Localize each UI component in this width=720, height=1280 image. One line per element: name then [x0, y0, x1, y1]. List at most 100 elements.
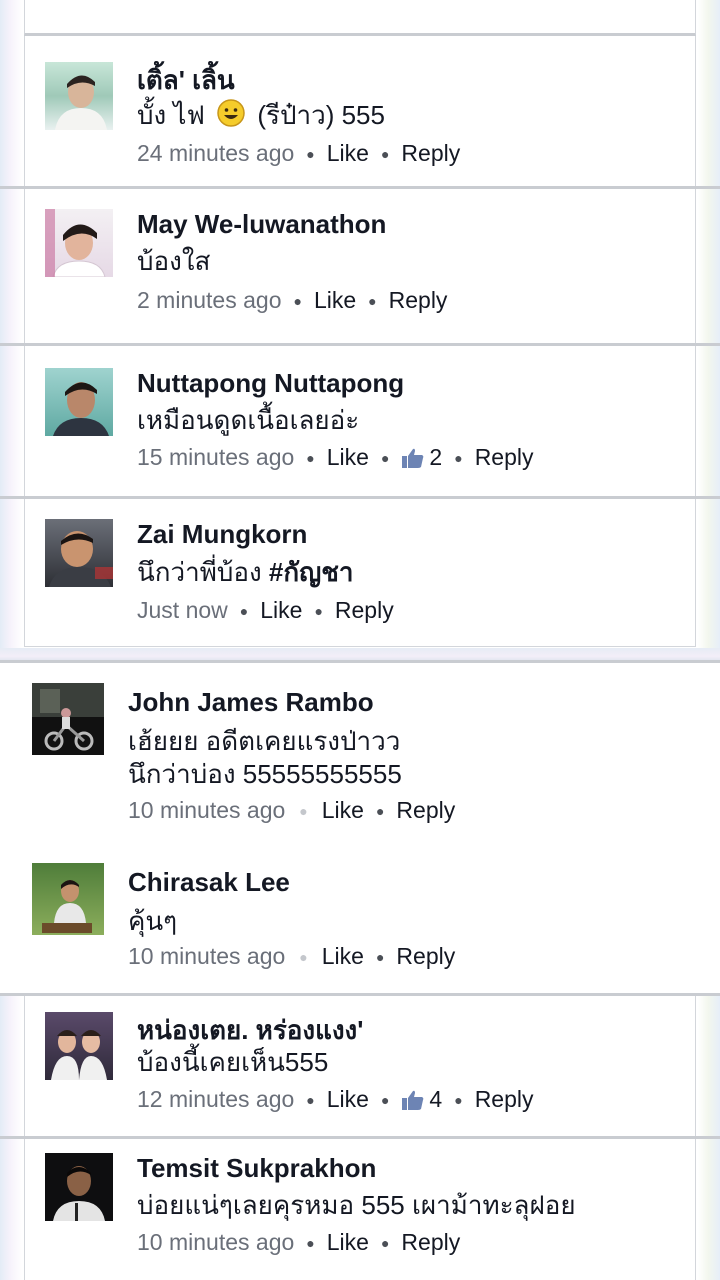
- avatar-image: [45, 209, 106, 277]
- comment-time[interactable]: 15 minutes ago: [137, 444, 294, 471]
- separator-dot: ●: [375, 948, 385, 965]
- separator-dot: ●: [380, 1091, 390, 1108]
- previous-comment-card: [24, 0, 696, 36]
- like-link[interactable]: Like: [327, 444, 369, 471]
- like-link[interactable]: Like: [322, 943, 364, 970]
- separator-dot: ●: [375, 802, 385, 819]
- avatar-image: [49, 531, 113, 587]
- avatar[interactable]: [45, 1153, 113, 1221]
- comment-meta: 12 minutes ago ● Like ● 4 ● Reply: [137, 1086, 534, 1113]
- separator-dot: ●: [454, 1091, 463, 1108]
- separator-dot: ●: [239, 602, 249, 619]
- reply-link[interactable]: Reply: [389, 287, 448, 314]
- like-link[interactable]: Like: [327, 1086, 369, 1113]
- avatar[interactable]: [32, 683, 104, 755]
- comment-author[interactable]: หน่องเตย. หร่องแงง': [137, 1010, 363, 1051]
- separator-dot: ●: [306, 1091, 315, 1108]
- comment-author[interactable]: John James Rambo: [128, 687, 374, 718]
- comment-meta: Just now ● Like ● Reply: [137, 597, 394, 624]
- comment-time[interactable]: 10 minutes ago: [128, 943, 285, 970]
- comment-card: May We-luwanathon บ้องใส 2 minutes ago ●…: [24, 189, 696, 343]
- comment-time[interactable]: 24 minutes ago: [137, 140, 294, 167]
- avatar[interactable]: [45, 209, 113, 277]
- comment-time[interactable]: 10 minutes ago: [137, 1229, 294, 1256]
- comment-text-part: นึกว่าพี่บ้อง: [137, 557, 269, 587]
- like-link[interactable]: Like: [327, 1229, 369, 1256]
- reply-link[interactable]: Reply: [475, 444, 534, 471]
- comment-text-line: นึกว่าบ่อง 55555555555: [128, 759, 402, 789]
- avatar[interactable]: [45, 519, 113, 587]
- comment-text: นึกว่าพี่บ้อง #กัญชา: [137, 556, 354, 589]
- separator-dot: ●: [306, 145, 315, 162]
- separator-dot: ●: [314, 602, 323, 619]
- like-link[interactable]: Like: [260, 597, 302, 624]
- reply-link[interactable]: Reply: [401, 140, 460, 167]
- comment-author[interactable]: Zai Mungkorn: [137, 519, 307, 550]
- comment-card: หน่องเตย. หร่องแงง' บ้องนี้เคยเห็น555 12…: [24, 996, 696, 1136]
- reply-link[interactable]: Reply: [396, 943, 455, 970]
- avatar[interactable]: [32, 863, 104, 935]
- comment-author[interactable]: May We-luwanathon: [137, 209, 386, 240]
- comment-text: คุ้นๆ: [128, 906, 178, 936]
- comment-text: บ่อยแน่ๆเลยคุรหมอ 555 เผาม้าทะลุฝอย: [137, 1190, 576, 1220]
- comment-author[interactable]: Nuttapong Nuttapong: [137, 368, 404, 399]
- like-count[interactable]: 4: [401, 1086, 442, 1113]
- comment-meta: 24 minutes ago ● Like ● Reply: [137, 140, 460, 167]
- like-count[interactable]: 2: [401, 444, 442, 471]
- thumbs-up-icon: [402, 1090, 424, 1110]
- separator-dot: ●: [299, 948, 308, 965]
- comment-time[interactable]: 2 minutes ago: [137, 287, 281, 314]
- separator-dot: ●: [380, 449, 390, 466]
- avatar-image: [53, 382, 109, 436]
- like-count-value: 2: [429, 444, 443, 470]
- comment-author[interactable]: Temsit Sukprakhon: [137, 1153, 376, 1184]
- comment-text: เหมือนดูดเนื้อเลยอ่ะ: [137, 405, 360, 435]
- comment-card: Nuttapong Nuttapong เหมือนดูดเนื้อเลยอ่ะ…: [24, 346, 696, 496]
- avatar[interactable]: [45, 1012, 113, 1080]
- comment-meta: 2 minutes ago ● Like ● Reply: [137, 287, 447, 314]
- avatar[interactable]: [45, 62, 113, 130]
- comment-time[interactable]: Just now: [137, 597, 228, 624]
- separator-dot: ●: [454, 449, 463, 466]
- like-link[interactable]: Like: [314, 287, 356, 314]
- comment-author[interactable]: Chirasak Lee: [128, 867, 290, 898]
- comment-text-line: เฮ้ยยย อดีตเคยแรงป่าวว: [128, 726, 401, 756]
- comment-text: บ้องใส: [137, 246, 211, 276]
- avatar[interactable]: [45, 368, 113, 436]
- comment-text-part: บั้ง ไฟ: [137, 99, 205, 130]
- avatar-image: [42, 880, 92, 933]
- reply-link[interactable]: Reply: [396, 797, 455, 824]
- comment-meta: 10 minutes ago ● Like ● Reply: [128, 943, 455, 970]
- comment-text: บั้ง ไฟ (รีป๋าว) 555: [137, 98, 385, 136]
- comment-meta: 10 minutes ago ● Like ● Reply: [128, 797, 455, 824]
- hashtag-link[interactable]: #กัญชา: [269, 557, 354, 587]
- separator-dot: ●: [368, 292, 377, 309]
- separator-dot: ●: [306, 1234, 315, 1251]
- comment-card: Zai Mungkorn นึกว่าพี่บ้อง #กัญชา Just n…: [24, 499, 696, 647]
- avatar-image: [32, 683, 104, 751]
- avatar-image: [53, 1166, 105, 1221]
- comment-text-part: (รีป๋าว) 555: [257, 99, 385, 130]
- comment-time[interactable]: 12 minutes ago: [137, 1086, 294, 1113]
- comment-meta: 10 minutes ago ● Like ● Reply: [137, 1229, 460, 1256]
- thumbs-up-icon: [402, 448, 424, 468]
- smile-emoji-icon: [216, 98, 246, 136]
- comment-author[interactable]: เติ้ล' เลิ้น: [137, 60, 235, 101]
- comment-card: เติ้ล' เลิ้น บั้ง ไฟ (รีป๋าว) 555 24 min…: [24, 36, 696, 186]
- comment-card: Temsit Sukprakhon บ่อยแน่ๆเลยคุรหมอ 555 …: [24, 1139, 696, 1280]
- avatar-image: [55, 75, 107, 130]
- comment-text: บ้องนี้เคยเห็น555: [137, 1047, 329, 1077]
- like-link[interactable]: Like: [322, 797, 364, 824]
- separator-dot: ●: [380, 145, 390, 162]
- like-link[interactable]: Like: [327, 140, 369, 167]
- reply-link[interactable]: Reply: [335, 597, 394, 624]
- like-count-value: 4: [429, 1086, 443, 1112]
- comment-section: John James Rambo เฮ้ยยย อดีตเคยแรงป่าวว …: [0, 663, 720, 993]
- separator-dot: ●: [380, 1234, 390, 1251]
- comment-meta: 15 minutes ago ● Like ● 2 ● Reply: [137, 444, 534, 471]
- separator-dot: ●: [306, 449, 315, 466]
- reply-link[interactable]: Reply: [401, 1229, 460, 1256]
- separator-dot: ●: [293, 292, 302, 309]
- comment-time[interactable]: 10 minutes ago: [128, 797, 285, 824]
- reply-link[interactable]: Reply: [475, 1086, 534, 1113]
